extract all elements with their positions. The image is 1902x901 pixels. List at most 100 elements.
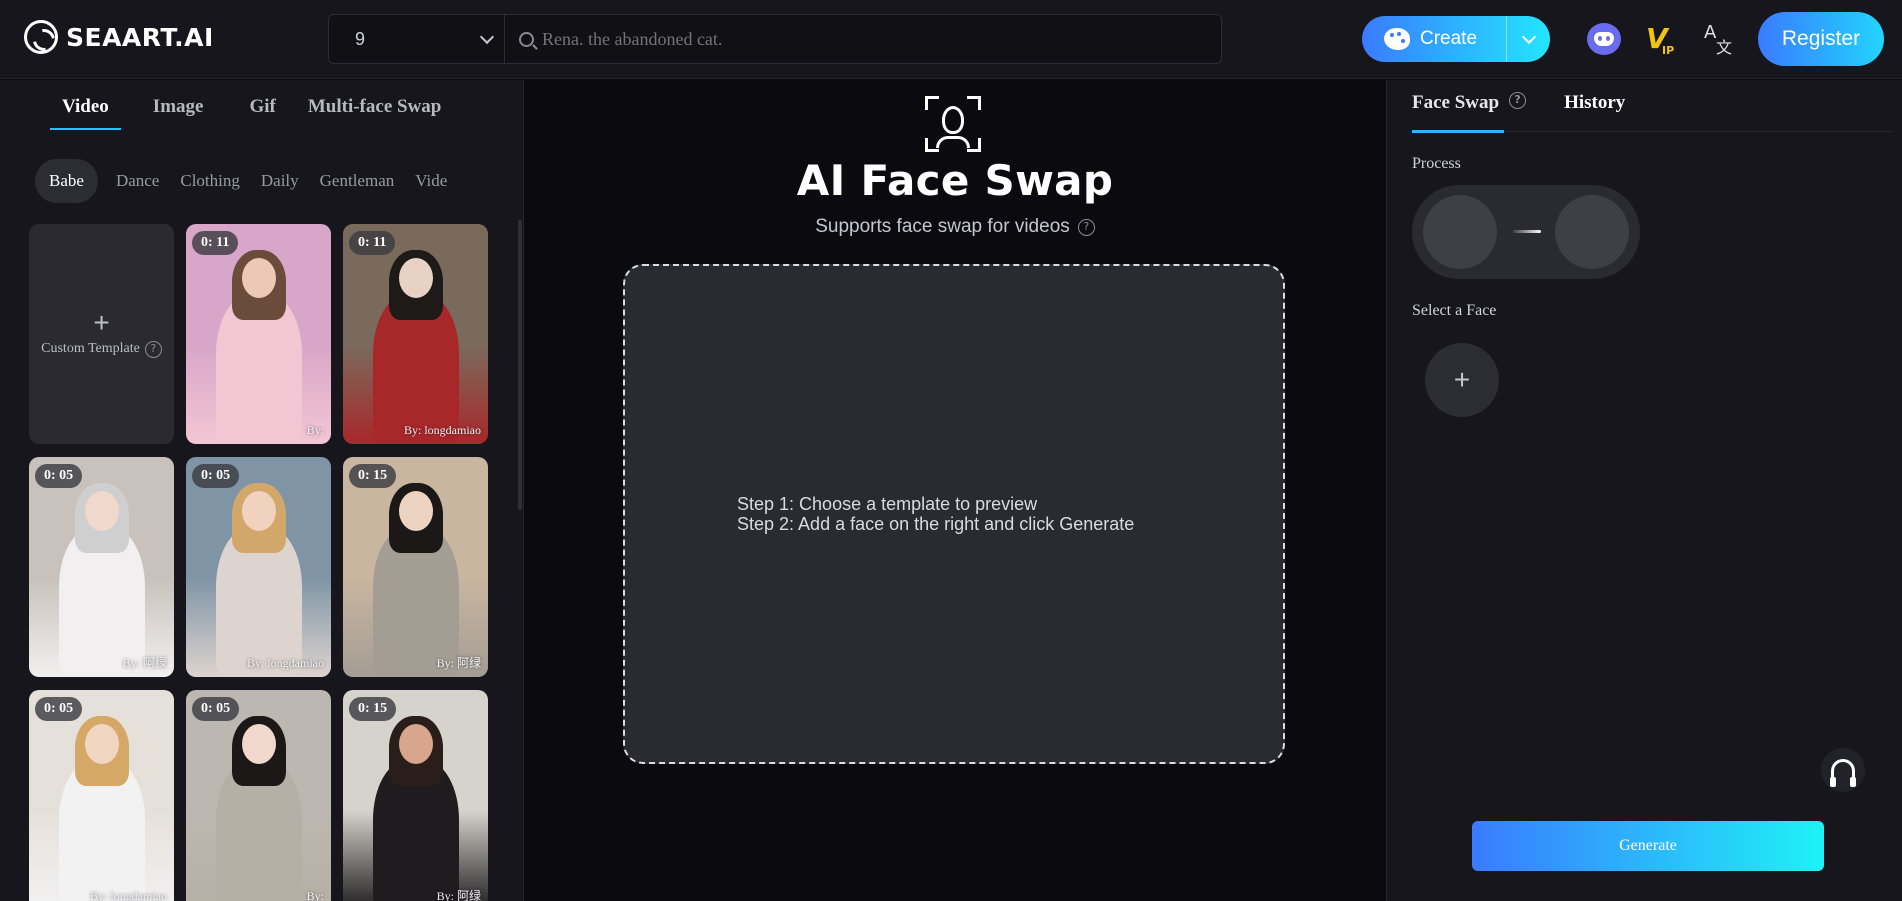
process-indicator [1412, 185, 1640, 279]
logo[interactable]: SEAART.AI [24, 20, 214, 54]
settings-tabs: Face Swap ? History [1412, 92, 1892, 133]
template-thumbnail [186, 457, 331, 677]
category-daily[interactable]: Daily [258, 159, 302, 203]
template-thumbnail [343, 457, 488, 677]
custom-template-label: Custom Template ? [41, 340, 162, 358]
template-card[interactable]: 0: 15 By: 阿绿 [343, 690, 488, 901]
help-icon[interactable]: ? [1077, 218, 1095, 236]
template-card[interactable]: 0: 15 By: 阿绿 [343, 457, 488, 677]
tab-face-swap-label: Face Swap [1412, 92, 1500, 113]
author-credit: By: [306, 423, 324, 437]
plus-icon: + [93, 306, 110, 338]
template-grid: + Custom Template ? 0: 11 By: 0: 11 By: lo… [29, 224, 491, 901]
tab-history[interactable]: History [1564, 92, 1625, 132]
duration-badge: 0: 05 [192, 464, 240, 488]
support-button[interactable] [1821, 748, 1865, 792]
headset-icon [1830, 759, 1856, 787]
author-credit: By: longdamiao [404, 423, 481, 437]
duration-badge: 0: 11 [192, 231, 239, 255]
duration-badge: 0: 15 [349, 464, 397, 488]
template-thumbnail [186, 690, 331, 901]
logo-text: SEAART.AI [66, 22, 214, 52]
help-icon[interactable]: ? [144, 340, 162, 358]
create-button: Create [1362, 16, 1550, 62]
plus-icon: + [1453, 364, 1471, 395]
search-type-select[interactable]: 9 [329, 15, 505, 63]
preview-area: AI Face Swap Supports face swap for vide… [525, 80, 1385, 901]
template-thumbnail [29, 457, 174, 677]
page-subtitle: Supports face swap for videos ? [525, 216, 1385, 238]
tab-multi-face-swap[interactable]: Multi-face Swap [308, 96, 442, 130]
preview-box[interactable]: Step 1: Choose a template to preview Ste… [623, 264, 1285, 764]
template-card[interactable]: 0: 05 By: longdamiao [186, 457, 331, 677]
custom-template-card[interactable]: + Custom Template ? [29, 224, 174, 444]
template-thumbnail [343, 224, 488, 444]
translate-icon[interactable]: A文 [1702, 22, 1734, 57]
custom-template-text: Custom Template [41, 341, 140, 356]
create-label: Create [1420, 28, 1478, 49]
author-credit: By: 阿绿 [122, 656, 167, 670]
template-card[interactable]: 0: 11 By: longdamiao [343, 224, 488, 444]
template-card[interactable]: 0: 05 By: longdamiao [29, 690, 174, 901]
tab-video[interactable]: Video [50, 96, 121, 130]
vip-sub: IP [1662, 44, 1675, 57]
author-credit: By: 阿绿 [436, 656, 481, 670]
select-face-label: Select a Face [1412, 302, 1497, 319]
category-video[interactable]: Vide [412, 159, 450, 203]
duration-badge: 0: 05 [192, 697, 240, 721]
duration-badge: 0: 05 [35, 697, 83, 721]
category-filter: Babe Dance Clothing Daily Gentleman Vide [35, 159, 489, 203]
template-card[interactable]: 0: 05 By: 阿绿 [29, 457, 174, 677]
template-panel: Video Image Gif Multi-face Swap Babe Dan… [0, 80, 524, 901]
source-face-slot [1423, 195, 1497, 269]
category-clothing[interactable]: Clothing [177, 159, 243, 203]
template-scrollbar[interactable] [518, 220, 522, 510]
vip-icon[interactable]: V IP [1646, 24, 1680, 58]
search-icon [519, 31, 534, 47]
palette-icon [1384, 28, 1410, 50]
category-dance[interactable]: Dance [113, 159, 162, 203]
category-babe[interactable]: Babe [35, 159, 98, 203]
template-thumbnail [186, 224, 331, 444]
author-credit: By: [306, 889, 324, 901]
generate-button[interactable]: Generate [1472, 821, 1824, 871]
template-thumbnail [29, 690, 174, 901]
arrow-icon [1513, 230, 1541, 233]
duration-badge: 0: 11 [349, 231, 396, 255]
process-label: Process [1412, 155, 1461, 172]
page-title: AI Face Swap [796, 156, 1114, 205]
result-face-slot [1555, 195, 1629, 269]
instructions: Step 1: Choose a template to preview Ste… [737, 494, 1134, 534]
author-credit: By: 阿绿 [436, 889, 481, 901]
template-card[interactable]: 0: 11 By: [186, 224, 331, 444]
template-card[interactable]: 0: 05 By: [186, 690, 331, 901]
discord-icon[interactable] [1587, 23, 1621, 55]
duration-badge: 0: 05 [35, 464, 83, 488]
search-bar: 9 [328, 14, 1222, 64]
subtitle-text: Supports face swap for videos [815, 216, 1070, 237]
chevron-down-icon [1521, 29, 1536, 44]
logo-icon [24, 20, 58, 54]
chevron-down-icon [479, 29, 495, 44]
media-type-tabs: Video Image Gif Multi-face Swap [34, 96, 479, 130]
face-scan-icon [925, 96, 981, 152]
step-1-text: Step 1: Choose a template to preview [737, 494, 1038, 514]
tab-gif[interactable]: Gif [249, 96, 275, 130]
tab-face-swap[interactable]: Face Swap ? [1412, 92, 1527, 133]
category-gentleman[interactable]: Gentleman [317, 159, 398, 203]
template-thumbnail [343, 690, 488, 901]
help-icon[interactable]: ? [1509, 92, 1527, 109]
duration-badge: 0: 15 [349, 697, 397, 721]
top-bar: SEAART.AI 9 Create VIP A文 Register [0, 0, 1902, 79]
author-credit: By: longdamiao [247, 656, 324, 670]
add-face-button[interactable]: + [1425, 343, 1499, 417]
tab-image[interactable]: Image [153, 96, 204, 130]
step-2-text: Step 2: Add a face on the right and clic… [737, 514, 1135, 534]
settings-panel: Face Swap ? History Process Select a Fac… [1386, 80, 1902, 901]
author-credit: By: longdamiao [90, 889, 167, 901]
create-dropdown-toggle[interactable] [1506, 16, 1550, 62]
search-type-value: 9 [355, 28, 366, 49]
search-input[interactable] [542, 28, 1221, 50]
register-button[interactable]: Register [1758, 12, 1884, 66]
create-main-button[interactable]: Create [1362, 16, 1506, 62]
